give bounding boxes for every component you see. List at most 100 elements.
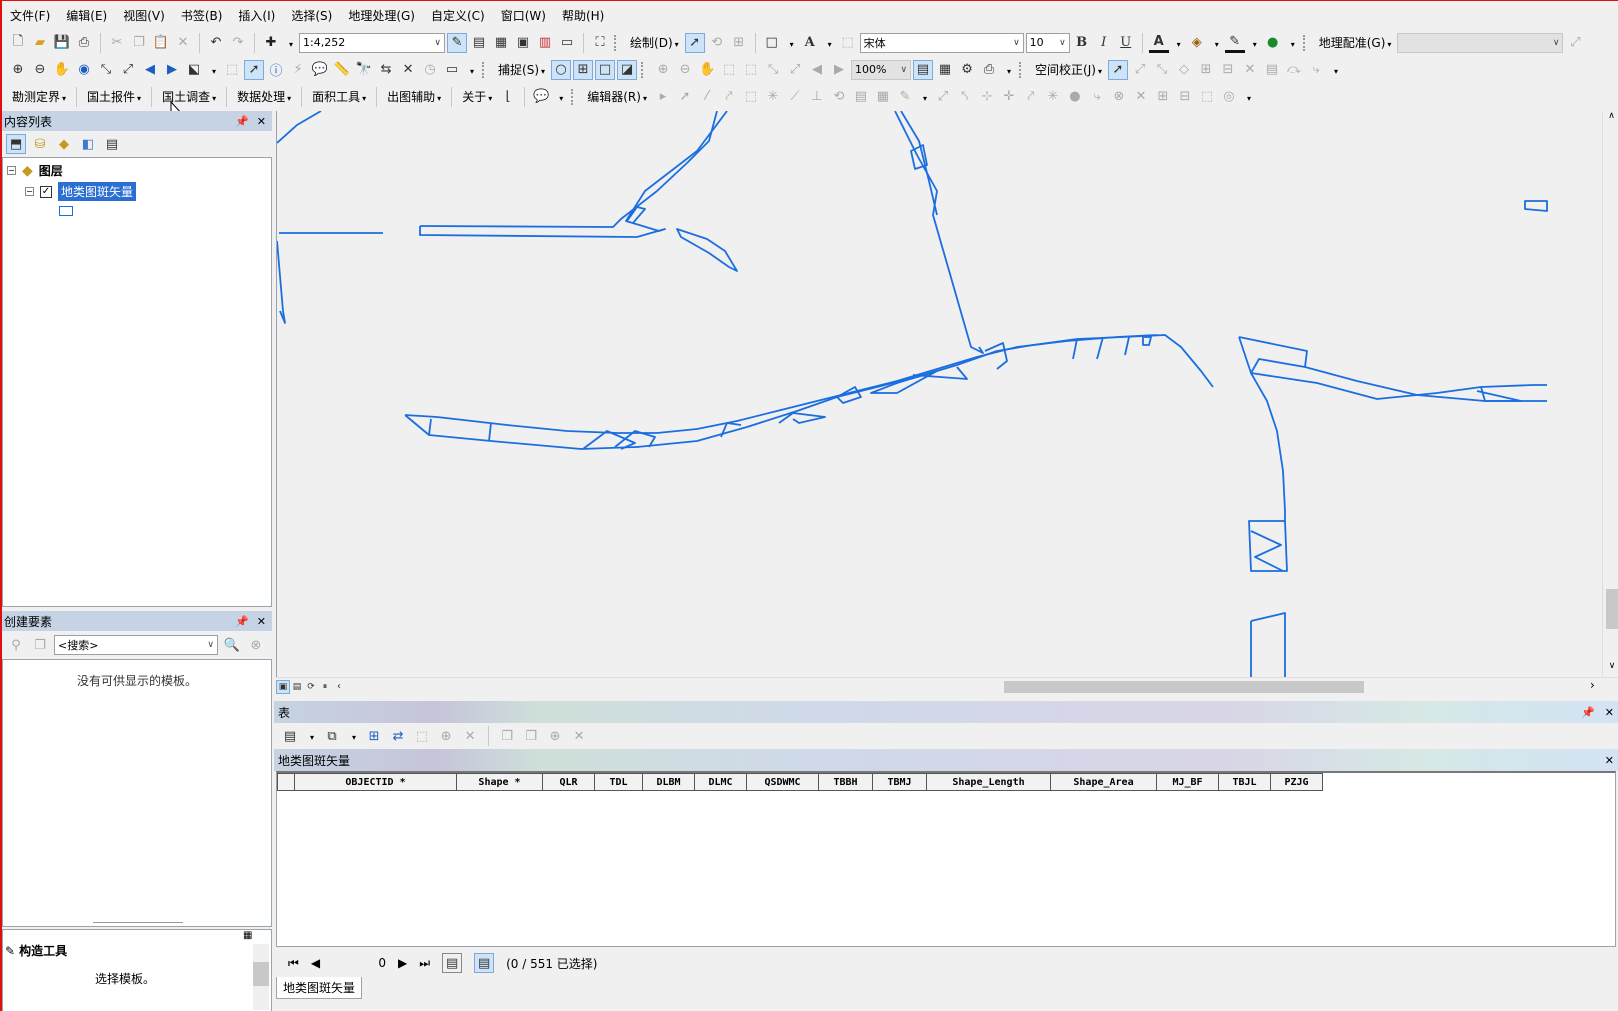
georef-fit-icon[interactable]: ⤢ bbox=[1565, 33, 1585, 53]
catalog-icon[interactable]: ▦ bbox=[491, 33, 511, 53]
edit-vertices-icon[interactable]: ⬚ bbox=[838, 33, 858, 53]
find-route-icon[interactable]: ⇆ bbox=[376, 60, 396, 80]
redo-icon[interactable]: ↷ bbox=[228, 33, 248, 53]
map-view[interactable] bbox=[276, 111, 1606, 677]
layout-dropdown[interactable]: ▾ bbox=[1001, 63, 1015, 77]
select-elements-icon[interactable]: ➚ bbox=[684, 32, 705, 53]
parcel-outline[interactable] bbox=[1238, 336, 1286, 521]
list-by-visibility-icon[interactable]: ◆ bbox=[54, 134, 74, 154]
comment-icon[interactable]: 💬 bbox=[531, 87, 551, 107]
edit-vertices-icon[interactable]: ⬚ bbox=[741, 87, 761, 107]
text-dropdown[interactable]: ▾ bbox=[822, 36, 836, 50]
vertex-snapping-icon[interactable]: □ bbox=[595, 59, 616, 80]
layout-view-icon[interactable]: ▤ bbox=[290, 680, 304, 694]
scroll-right-icon[interactable]: › bbox=[1590, 678, 1595, 692]
layout-zoom-out-icon[interactable]: ⊖ bbox=[675, 60, 695, 80]
cut-polygons-icon[interactable]: ⟋ bbox=[785, 87, 805, 107]
table-of-contents-icon[interactable]: ▤ bbox=[469, 33, 489, 53]
font-color-dropdown[interactable]: ▾ bbox=[1171, 36, 1185, 50]
table-options-icon[interactable]: ▤ bbox=[280, 726, 300, 746]
underline-button[interactable]: U bbox=[1116, 33, 1136, 53]
arctoolbox-icon[interactable]: ▥ bbox=[535, 33, 555, 53]
options-icon[interactable]: ▤ bbox=[102, 134, 122, 154]
edge-match-icon[interactable]: ⤷ bbox=[1306, 60, 1326, 80]
rectangle-icon[interactable]: □ bbox=[762, 33, 782, 53]
open-folder-icon[interactable]: ▰ bbox=[30, 33, 50, 53]
data-driven-pages-icon[interactable]: ⎙ bbox=[979, 60, 999, 80]
fixed-zoom-out-layout-icon[interactable]: ⤢ bbox=[785, 60, 805, 80]
scrollbar-thumb[interactable] bbox=[253, 962, 269, 986]
topology-dropdown[interactable]: ▾ bbox=[1241, 90, 1255, 104]
edit-annotation-icon[interactable]: ➚ bbox=[675, 87, 695, 107]
refresh-icon[interactable]: ⟳ bbox=[304, 680, 318, 694]
splitter-handle[interactable] bbox=[93, 922, 183, 923]
print-icon[interactable]: ⎙ bbox=[74, 33, 94, 53]
comment-dropdown[interactable]: ▾ bbox=[553, 90, 567, 104]
toolbar-grip[interactable] bbox=[614, 34, 622, 51]
copy-icon[interactable]: ❐ bbox=[129, 33, 149, 53]
line-color-dropdown[interactable]: ▾ bbox=[1247, 36, 1261, 50]
measure-icon[interactable]: 📏 bbox=[332, 60, 352, 80]
parcel-outline[interactable] bbox=[1476, 386, 1522, 402]
topology-edit-icon[interactable]: ⤢ bbox=[933, 87, 953, 107]
parcel-outline[interactable] bbox=[894, 111, 984, 354]
layout-pan-icon[interactable]: ✋ bbox=[697, 60, 717, 80]
close-icon[interactable]: ✕ bbox=[1605, 754, 1614, 767]
list-by-source-icon[interactable]: ⛁ bbox=[30, 134, 50, 154]
column-header[interactable]: QSDWMC bbox=[747, 773, 819, 791]
survey-boundary-menu[interactable]: 勘测定界 ▾ bbox=[8, 88, 70, 105]
zoom-to-selected-icon[interactable]: ⊞ bbox=[729, 33, 749, 53]
scroll-up-icon[interactable]: ∧ bbox=[1603, 111, 1618, 121]
parcel-outline[interactable] bbox=[428, 418, 432, 436]
layers-root-node[interactable]: − ◆ 图层 bbox=[7, 162, 63, 179]
planarize-icon[interactable]: ⊞ bbox=[1153, 87, 1173, 107]
about-menu[interactable]: 关于 ▾ bbox=[458, 88, 496, 105]
identify-icon[interactable]: ⓘ bbox=[266, 60, 286, 80]
construction-scrollbar[interactable] bbox=[253, 944, 269, 1010]
land-survey-menu[interactable]: 国土调查 ▾ bbox=[158, 88, 220, 105]
data-view-icon[interactable]: ▣ bbox=[276, 679, 290, 694]
close-icon[interactable]: ✕ bbox=[1605, 706, 1614, 719]
copy-selected-icon[interactable]: ❐ bbox=[497, 726, 517, 746]
view-link-table-icon[interactable]: ▤ bbox=[1262, 60, 1282, 80]
fixed-zoom-in-layout-icon[interactable]: ⤡ bbox=[763, 60, 783, 80]
switch-selection-icon[interactable]: ⇄ bbox=[388, 726, 408, 746]
end-snapping-icon[interactable]: ⊞ bbox=[573, 59, 594, 80]
save-icon[interactable]: 💾 bbox=[52, 33, 72, 53]
map-output-menu[interactable]: 出图辅助 ▾ bbox=[383, 88, 445, 105]
data-processing-menu[interactable]: 数据处理 ▾ bbox=[233, 88, 295, 105]
menu-geoprocessing[interactable]: 地理处理(G) bbox=[348, 7, 415, 24]
column-header[interactable]: DLBM bbox=[643, 773, 695, 791]
font-size-combo[interactable]: 10 ∨ bbox=[1025, 32, 1070, 53]
scroll-down-icon[interactable]: ∨ bbox=[1603, 661, 1618, 671]
parcel-outline[interactable] bbox=[1304, 366, 1547, 402]
fixed-zoom-in-icon[interactable]: ⤡ bbox=[96, 60, 116, 80]
undo-icon[interactable]: ↶ bbox=[206, 33, 226, 53]
filter-icon[interactable]: ⚲ bbox=[6, 635, 26, 655]
html-popup-icon[interactable]: 💬 bbox=[310, 60, 330, 80]
menu-view[interactable]: 视图(V) bbox=[123, 7, 165, 24]
construct-features-icon[interactable]: ⊟ bbox=[1175, 87, 1195, 107]
map-features-canvas[interactable] bbox=[277, 111, 1607, 677]
point-snapping-icon[interactable]: ○ bbox=[551, 59, 572, 80]
show-all-records-icon[interactable]: ▤ bbox=[442, 953, 463, 973]
paste-icon[interactable]: ❐ bbox=[521, 726, 541, 746]
parcel-outline[interactable] bbox=[277, 111, 322, 144]
parcel-outline[interactable] bbox=[1124, 336, 1130, 356]
cut-icon[interactable]: ✂ bbox=[107, 33, 127, 53]
column-header[interactable]: OBJECTID * bbox=[295, 773, 457, 791]
edge-snapping-icon[interactable]: ◪ bbox=[617, 59, 638, 80]
build-topology-icon[interactable]: ⤤ bbox=[1021, 87, 1041, 107]
rotate-icon[interactable]: ⟲ bbox=[707, 33, 727, 53]
related-tables-icon[interactable]: ⧉ bbox=[322, 726, 342, 746]
column-header[interactable]: DLMC bbox=[695, 773, 747, 791]
map-scale-combo[interactable]: 1:4,252 ∨ bbox=[299, 32, 446, 53]
new-limited-area-icon[interactable]: ⊟ bbox=[1218, 60, 1238, 80]
back-extent-icon[interactable]: ◀ bbox=[140, 60, 160, 80]
remove-icon[interactable]: ✕ bbox=[569, 726, 589, 746]
column-header[interactable]: PZJG bbox=[1271, 773, 1323, 791]
fill-color-icon[interactable]: ◈ bbox=[1187, 33, 1207, 53]
delete-icon[interactable]: ✕ bbox=[173, 33, 193, 53]
column-header[interactable]: QLR bbox=[543, 773, 595, 791]
scroll-left-icon[interactable]: ‹ bbox=[332, 680, 346, 694]
